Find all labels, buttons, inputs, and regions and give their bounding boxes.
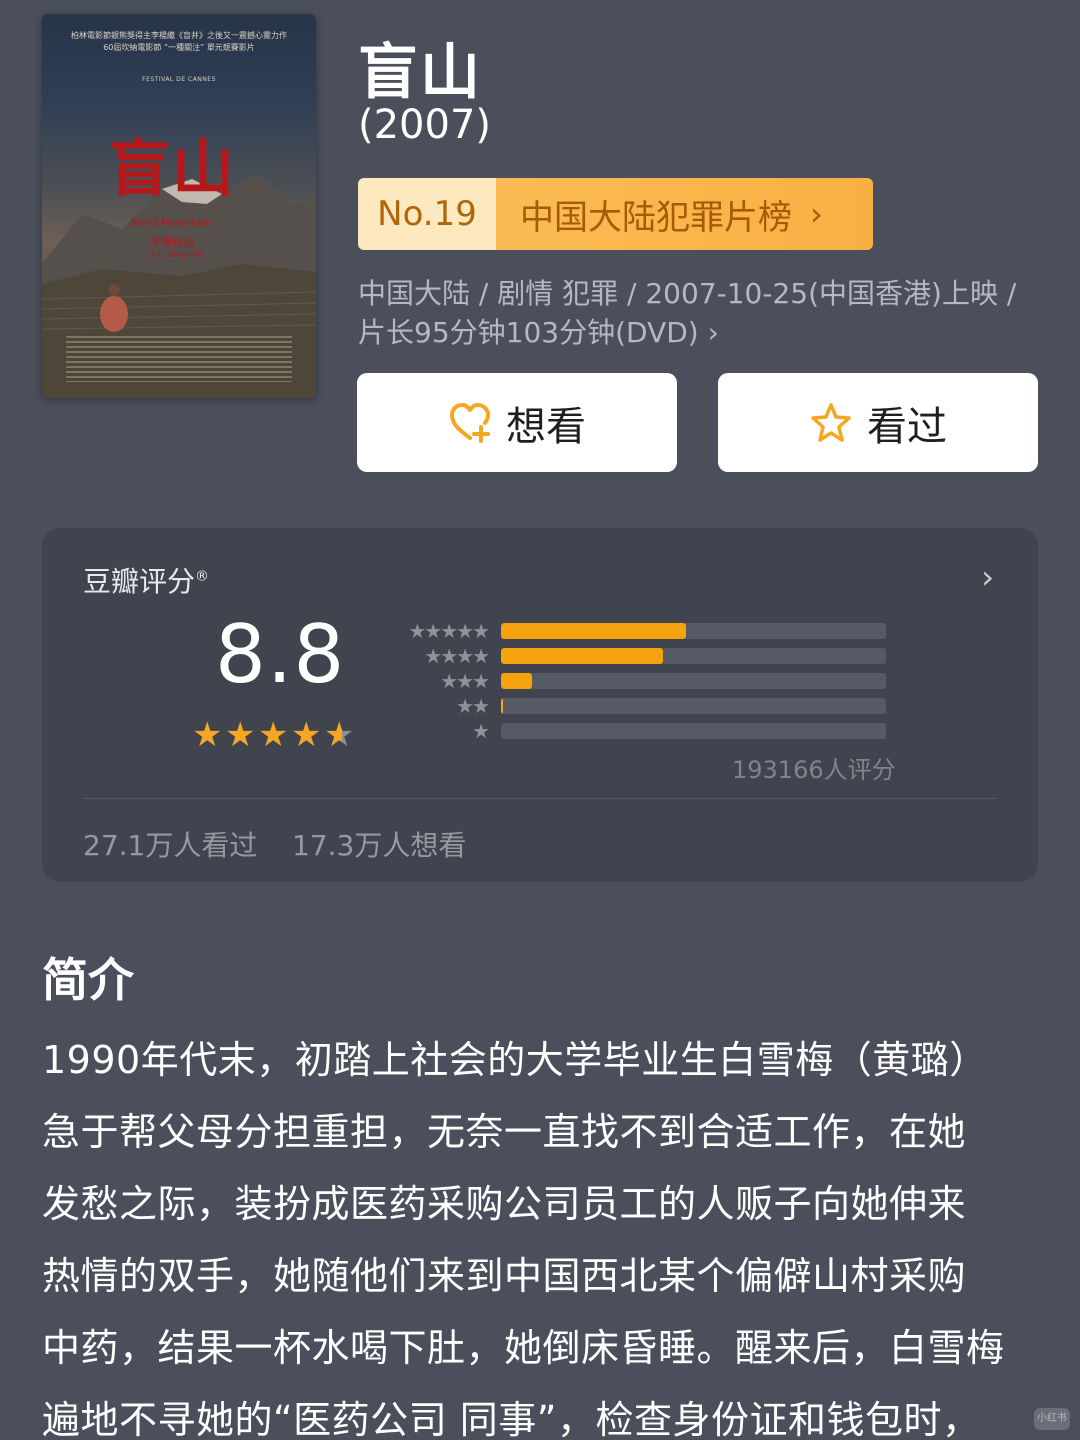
movie-poster[interactable]: 柏林電影節銀熊獎得主李楊繼《盲井》之後又一震撼心靈力作 60屆坎納電影節 “一種… [42,14,316,398]
poster-director-cn: 李楊作品 [150,236,194,249]
want-to-watch-label: 想看 [506,403,586,450]
watermark: 小红书 [1034,1408,1070,1430]
intro-line: 遍地不寻她的“医药公司 同事”，检查身份证和钱包时， [42,1398,981,1440]
rating-score: 8.8 [215,608,346,701]
star-level-icon: ★★★★ [424,644,490,668]
rating-bar-track [501,723,886,739]
intro-line: 发愁之际，装扮成医药采购公司员工的人贩子向她伸来 [42,1182,967,1226]
rating-bar-fill [501,673,532,689]
star-full-icon: ★ [291,715,322,755]
poster-top-text: 柏林電影節銀熊獎得主李楊繼《盲井》之後又一震撼心靈力作 60屆坎納電影節 “一種… [71,31,287,52]
want-count: 17.3万人想看 [292,829,467,862]
rating-stars: ★ ★ ★ ★ ★ [192,718,362,752]
rating-bar-track [501,623,886,639]
rank-list-link[interactable]: No.19 中国大陆犯罪片榜 › [358,178,873,250]
star-level-icon: ★★★★★ [408,619,490,643]
rating-distribution-row: ★ [392,719,886,743]
star-full-icon: ★ [192,715,223,755]
star-full-icon: ★ [225,715,256,755]
rating-bar-track [501,698,886,714]
rating-bar-fill [501,648,663,664]
rating-bar-fill [501,623,686,639]
rating-distribution-row: ★★★★★ [392,619,886,643]
star-level-icon: ★★★ [440,669,490,693]
intro-line: 热情的双手，她随他们来到中国西北某个偏僻山村采购 [42,1254,967,1298]
rating-bar-track [501,648,886,664]
rank-number: No.19 [358,178,496,250]
poster-director-en: A Li Yang Film [150,250,205,259]
douban-rating-label: 豆瓣评分® [83,565,210,598]
rank-list-name-wrap: 中国大陆犯罪片榜 › [496,178,873,250]
star-full-icon: ★ [258,715,289,755]
rating-distribution-row: ★★★★ [392,644,886,668]
movie-meta-link[interactable]: 中国大陆 / 剧情 犯罪 / 2007-10-25(中国香港)上映 / 片长95… [358,274,1038,352]
star-half-icon: ★ [324,718,357,752]
movie-detail-page: 柏林電影節銀熊獎得主李楊繼《盲井》之後又一震撼心靈力作 60屆坎納電影節 “一種… [0,0,1080,1440]
intro-heading: 简介 [42,953,134,1007]
movie-year: (2007) [358,102,492,148]
chevron-right-icon[interactable]: › [981,558,994,596]
intro-line: 中药，结果一杯水喝下肚，她倒床昏睡。醒来后，白雪梅 [42,1326,1005,1370]
star-level-icon: ★ [472,719,490,743]
rating-bar-fill [501,698,503,714]
rating-bar-track [501,673,886,689]
star-outline-icon [811,402,851,442]
poster-credits [66,336,292,382]
rank-list-name: 中国大陆犯罪片榜 [520,197,792,238]
intro-line: 急于帮父母分担重担，无奈一直找不到合适工作，在她 [42,1110,967,1154]
divider [83,798,997,799]
watched-label: 看过 [867,403,947,450]
intro-line: 1990年代末，初踏上社会的大学毕业生白雪梅（黄璐） [42,1038,988,1082]
heart-plus-icon [450,402,490,443]
rating-distribution-row: ★★ [392,694,886,718]
watched-count: 27.1万人看过 [83,829,258,862]
poster-title: 盲山 [108,132,237,205]
movie-title: 盲山 [358,38,482,108]
want-to-watch-button[interactable]: 想看 [357,373,677,472]
watched-button[interactable]: 看过 [718,373,1038,472]
poster-english-title: Blind Mountain [130,216,213,229]
chevron-right-icon: › [810,195,823,233]
intro-body: 1990年代末，初踏上社会的大学毕业生白雪梅（黄璐） 急于帮父母分担重担，无奈一… [42,1024,1052,1440]
star-level-icon: ★★ [456,694,490,718]
rating-count: 193166人评分 [732,756,896,784]
rating-card[interactable]: 豆瓣评分® › 8.8 ★ ★ ★ ★ ★ ★★★★★ ★★★★ ★★★ ★★ ★ 193166… [42,528,1038,882]
rating-distribution-row: ★★★ [392,669,886,693]
poster-festival: FESTIVAL DE CANNES [142,76,216,83]
